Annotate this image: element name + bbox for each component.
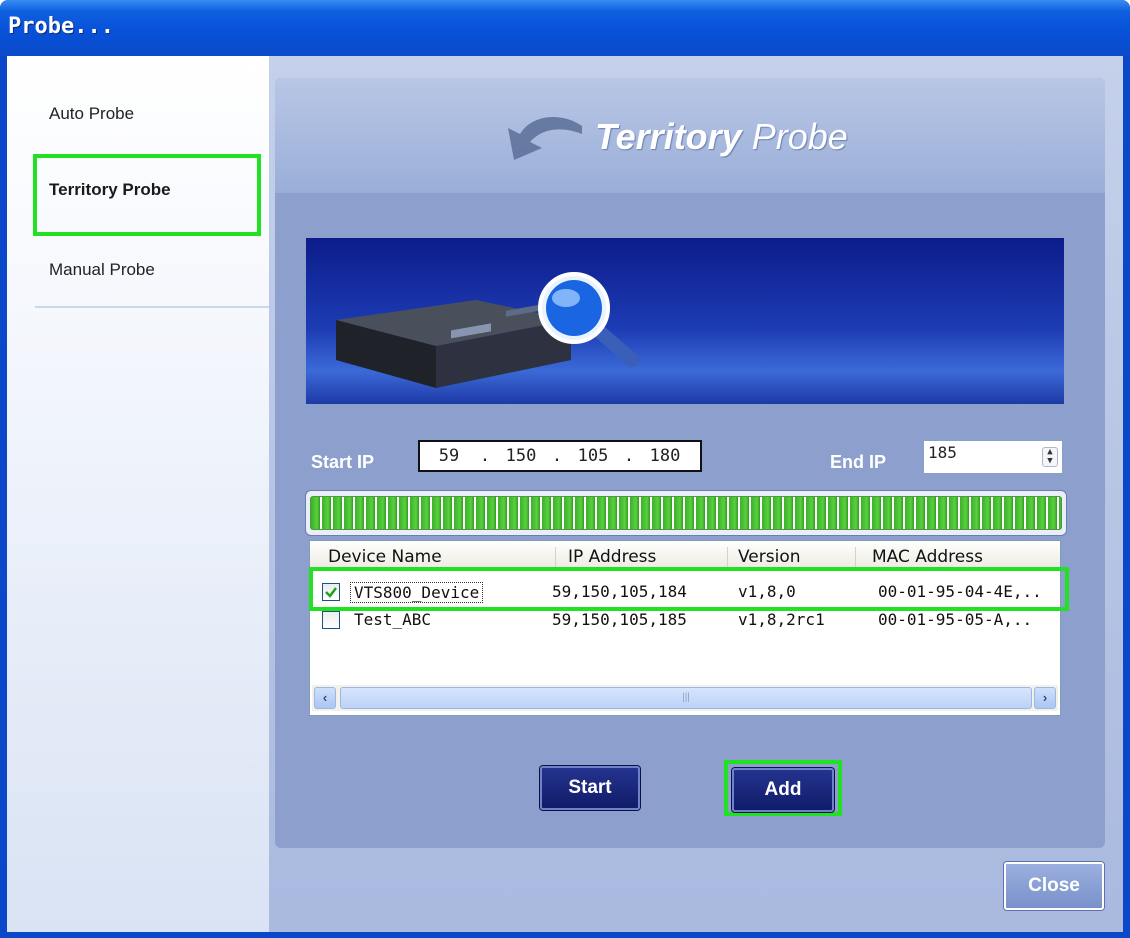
row-checkbox[interactable] [322, 583, 340, 601]
checkmark-icon [325, 587, 337, 598]
ip-separator: . [551, 446, 563, 466]
row-checkbox[interactable] [322, 611, 340, 629]
mac-address-cell: 00-01-95-04-4E,.. [878, 582, 1042, 601]
scroll-left-icon[interactable]: ‹ [314, 687, 336, 709]
ip-octet-1[interactable]: 59 [420, 446, 478, 466]
table-row[interactable]: Test_ABC 59,150,105,185 v1,8,2rc1 00-01-… [310, 607, 1060, 633]
network-device-icon [336, 300, 571, 388]
close-button[interactable]: Close [1004, 862, 1104, 910]
title-bar[interactable]: Probe... [0, 0, 1130, 56]
add-button[interactable]: Add [732, 768, 834, 812]
start-button[interactable]: Start [540, 766, 640, 810]
column-header-version[interactable]: Version [738, 547, 856, 569]
device-name-cell: Test_ABC [354, 610, 432, 629]
ip-separator: . [479, 446, 491, 466]
version-cell: v1,8,0 [738, 582, 796, 601]
column-header-ip-address[interactable]: IP Address [568, 547, 728, 569]
sidebar-item-label: Auto Probe [49, 104, 135, 123]
scroll-thumb[interactable]: ||| [340, 687, 1032, 709]
probe-banner-image [306, 238, 1064, 404]
horizontal-scrollbar[interactable]: ‹ ||| › [312, 685, 1058, 711]
scroll-right-icon[interactable]: › [1034, 687, 1056, 709]
sidebar: Auto Probe Territory Probe Manual Probe [7, 56, 269, 932]
sidebar-item-label: Manual Probe [49, 260, 155, 279]
window-title: Probe... [8, 14, 114, 39]
probe-progress-bar [305, 490, 1067, 536]
start-ip-label: Start IP [311, 452, 375, 472]
sidebar-item-label: Territory Probe [49, 180, 171, 199]
end-ip-input[interactable]: 185 ▲ ▼ [923, 440, 1063, 474]
device-list[interactable]: Device Name IP Address Version MAC Addre… [309, 540, 1061, 716]
sidebar-item-auto-probe[interactable]: Auto Probe [7, 84, 269, 144]
ip-octet-3[interactable]: 105 [564, 446, 622, 466]
sidebar-item-manual-probe[interactable]: Manual Probe [7, 240, 269, 300]
ip-octet-4[interactable]: 180 [636, 446, 694, 466]
probe-window: Probe... Auto Probe Territory Probe Manu… [0, 0, 1130, 938]
sidebar-item-territory-probe[interactable]: Territory Probe [7, 154, 269, 236]
panel-title-bold: Territory [595, 116, 742, 157]
end-ip-value: 185 [928, 443, 957, 462]
panel-title: Territory Probe [595, 116, 848, 158]
ip-octet-2[interactable]: 150 [492, 446, 550, 466]
version-cell: v1,8,2rc1 [738, 610, 825, 629]
sidebar-divider [35, 306, 269, 308]
ip-separator: . [623, 446, 635, 466]
table-row[interactable]: VTS800_Device 59,150,105,184 v1,8,0 00-0… [310, 579, 1060, 605]
device-name-cell: VTS800_Device [350, 582, 484, 603]
list-header: Device Name IP Address Version MAC Addre… [310, 541, 1060, 571]
panel-title-rest: Probe [741, 116, 848, 157]
mac-address-cell: 00-01-95-05-A,.. [878, 610, 1033, 629]
back-arrow-icon [508, 116, 582, 160]
column-header-mac-address[interactable]: MAC Address [872, 547, 1058, 569]
ip-address-cell: 59,150,105,184 [552, 582, 687, 601]
start-ip-input[interactable]: 59 . 150 . 105 . 180 [418, 440, 702, 472]
ip-address-cell: 59,150,105,185 [552, 610, 687, 629]
end-ip-label: End IP [830, 452, 887, 472]
spinner-icon[interactable]: ▲ ▼ [1042, 447, 1058, 467]
magnifier-icon [538, 272, 639, 367]
panel-header: Territory Probe [275, 78, 1105, 193]
column-header-device-name[interactable]: Device Name [328, 547, 556, 569]
progress-fill [310, 496, 1062, 530]
